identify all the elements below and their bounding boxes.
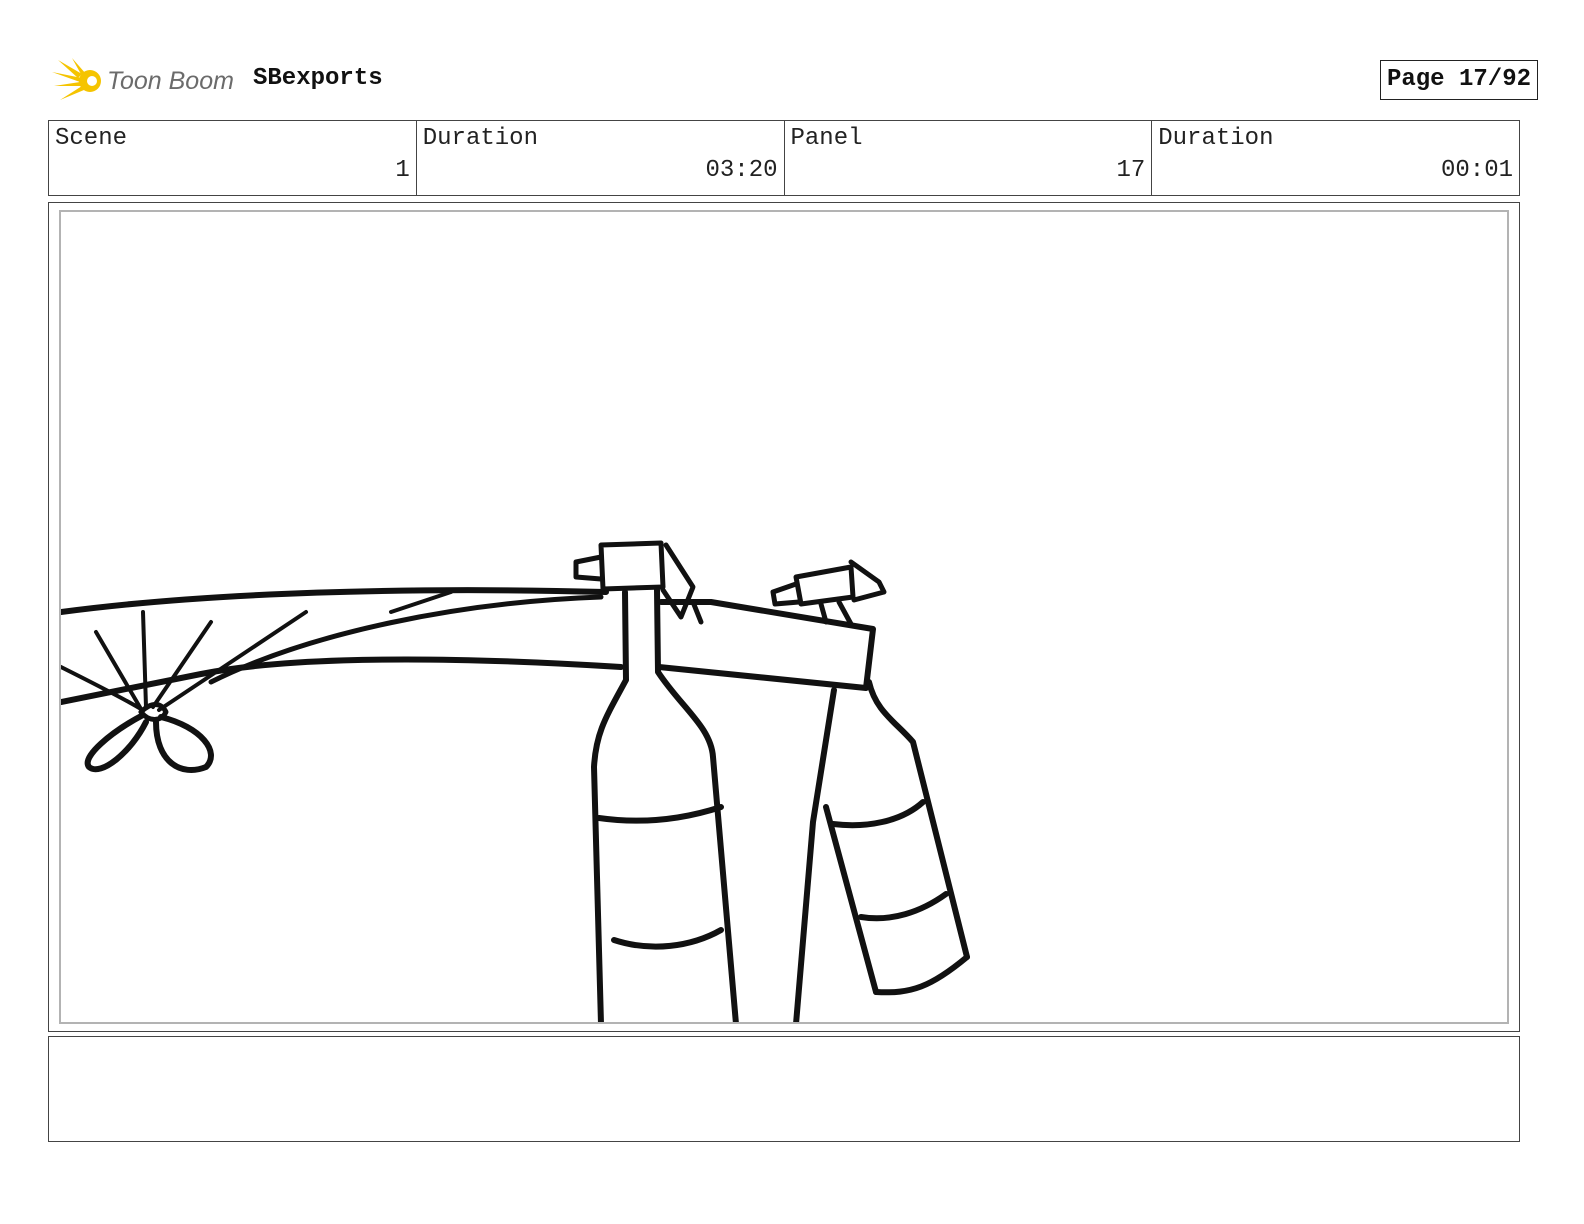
bottle2-nozzle <box>770 581 802 607</box>
bottle1-cap <box>598 540 666 592</box>
bottle1-band-bottom <box>611 927 724 950</box>
panel-duration-cell: Duration 00:01 <box>1152 121 1519 195</box>
panel-cell: Panel 17 <box>785 121 1153 195</box>
bottle1-band-top <box>596 804 724 824</box>
panel-info-table: Scene 1 Duration 03:20 Panel 17 Duration… <box>48 120 1520 196</box>
panel-duration-label: Duration <box>1158 125 1274 152</box>
rope-strand-2 <box>389 590 453 614</box>
rope-strand <box>208 594 604 685</box>
panel-notes <box>48 1036 1520 1142</box>
bow-loop-left <box>84 712 149 773</box>
toon-boom-logo: Toon Boom <box>52 54 242 106</box>
scene-value: 1 <box>395 157 410 184</box>
scene-cell: Scene 1 <box>49 121 417 195</box>
scene-duration-label: Duration <box>422 125 538 152</box>
bottle2-band-top <box>830 799 926 829</box>
logo-text: Toon Boom <box>107 67 234 95</box>
bottle2-trigger <box>848 559 887 603</box>
panel-duration-value: 00:01 <box>1440 157 1513 184</box>
bottle1-nozzle <box>573 554 604 582</box>
bottle2-bottom <box>873 954 970 996</box>
panel-value: 17 <box>1116 157 1146 184</box>
page-indicator: Page 17/92 <box>1379 60 1538 100</box>
scene-duration-value: 03:20 <box>705 157 778 184</box>
bottle2-body-left <box>823 804 879 995</box>
bottle1-neck-left <box>591 589 629 1022</box>
page-header: Toon Boom SBexports Page 17/92 <box>48 52 1538 110</box>
bow-loop-right <box>153 714 214 773</box>
bottle2-band-bottom <box>858 891 949 922</box>
bottle2-cap <box>793 564 856 607</box>
bottle1-trigger <box>660 542 696 620</box>
scene-label: Scene <box>55 125 128 152</box>
connector-bar <box>656 599 876 691</box>
scene-duration-cell: Duration 03:20 <box>417 121 785 195</box>
project-title: SBexports <box>253 65 383 92</box>
bottle1-neck-right <box>654 587 739 1022</box>
panel-frame <box>48 202 1520 1032</box>
panel-drawing <box>59 210 1509 1024</box>
starburst-icon <box>52 58 101 100</box>
storyboard-sketch <box>61 540 970 1022</box>
panel-label: Panel <box>790 125 863 152</box>
bottle2-left-side <box>793 687 837 1022</box>
